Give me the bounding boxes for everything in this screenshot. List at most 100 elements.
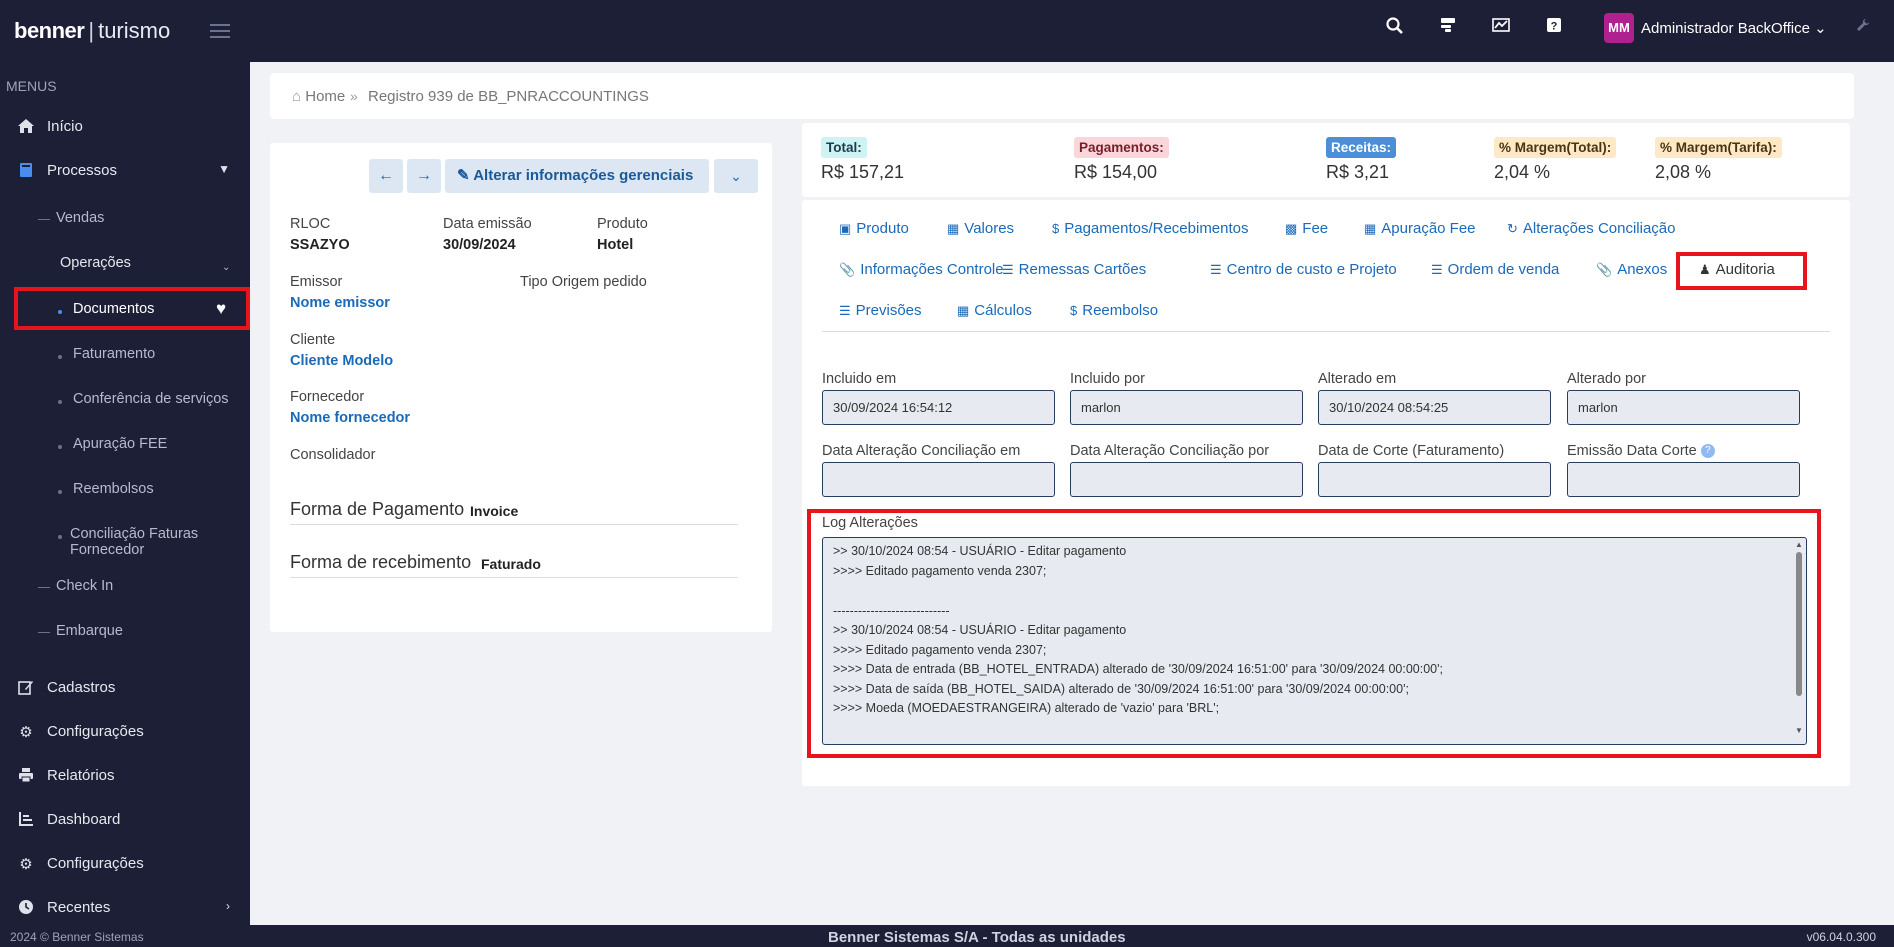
gears-icon: ⚙ [19,856,33,873]
next-button[interactable]: → [407,159,441,193]
margem-tarifa-value: 2,08 % [1655,162,1712,182]
pagamentos-badge: Pagamentos: [1074,137,1169,158]
log-textarea[interactable]: >> 30/10/2024 08:54 - USUÁRIO - Editar p… [822,537,1807,745]
book-icon [16,162,36,182]
tab-alteracoes-conciliacao[interactable]: ↻ Alterações Conciliação [1507,220,1675,237]
emissao-data-corte-field[interactable] [1567,462,1800,497]
tab-ordem-venda[interactable]: ☰ Ordem de venda [1431,261,1559,278]
sidebar-item-embarque[interactable]: Embarque [56,623,123,639]
tab-remessas-cartoes[interactable]: ☰ Remessas Cartões [1002,261,1146,278]
bar-chart-icon [16,811,36,831]
top-bar: benner | turismo ? MM Administrador BackOf… [0,0,1894,62]
chart-icon[interactable] [1490,17,1512,39]
paperclip-icon: 📎 [1596,262,1613,277]
tab-fee[interactable]: ▩ Fee [1285,220,1328,237]
alterado-por-field[interactable]: marlon [1567,390,1800,425]
printer-icon [16,767,36,787]
sidebar-item-faturamento[interactable]: Faturamento [73,346,155,362]
log-line: >> 30/10/2024 08:54 - USUÁRIO - Editar p… [833,544,1127,558]
scroll-down-icon[interactable]: ▼ [1794,726,1804,735]
data-corte-field[interactable] [1318,462,1551,497]
more-options-button[interactable]: ⌄ [714,159,758,193]
user-name: Administrador BackOffice [1641,20,1810,37]
incluido-em-field[interactable]: 30/09/2024 16:54:12 [822,390,1055,425]
cliente-link[interactable]: Cliente Modelo [290,353,393,369]
alterado-em-field[interactable]: 30/10/2024 08:54:25 [1318,390,1551,425]
log-line: >>>> Editado pagamento venda 2307; [833,643,1047,657]
help-icon[interactable]: ? [1543,17,1565,39]
emissor-link[interactable]: Nome emissor [290,295,390,311]
tab-valores[interactable]: ▦ Valores [947,220,1014,237]
search-icon[interactable] [1384,17,1406,39]
margem-tarifa-badge: % Margem(Tarifa): [1655,137,1782,158]
tab-reembolso[interactable]: $ Reembolso [1070,302,1158,319]
sidebar-item-conferencia[interactable]: Conferência de serviços [73,391,229,407]
tab-informacoes-controle[interactable]: 📎 Informações Controle [839,261,1004,278]
alterado-em-label: Alterado em [1318,371,1397,387]
breadcrumb-separator-icon: » [350,88,358,104]
incluido-em-label: Incluido em [822,371,897,387]
tab-previsoes[interactable]: ☰ Previsões [839,302,922,319]
highlight-documentos [14,287,250,330]
help-icon[interactable]: ? [1700,444,1715,459]
log-line: >>>> Moeda (MOEDAESTRANGEIRA) alterado d… [833,701,1220,715]
tab-centro-custo[interactable]: ☰ Centro de custo e Projeto [1210,261,1397,278]
incluido-por-field[interactable]: marlon [1070,390,1303,425]
tab-calculos[interactable]: ▦ Cálculos [957,302,1032,319]
server-icon[interactable] [1437,17,1459,39]
home-icon [16,118,36,138]
breadcrumb-home[interactable]: ⌂ Home [292,88,345,105]
wrench-icon[interactable] [1856,18,1870,37]
emissao-data-corte-label: Emissão Data Corte? [1567,443,1715,459]
double-chevron-down-icon: ⌄ [730,168,742,184]
list-icon: ☰ [1431,262,1443,277]
emissor-label: Emissor [290,274,343,290]
produto-label: Produto [597,216,648,232]
forma-recebimento-label: Forma de recebimento [290,552,472,572]
sidebar-item-checkin[interactable]: Check In [56,578,113,594]
list-icon: ☰ [1210,262,1222,277]
tab-apuracao-fee[interactable]: ▦ Apuração Fee [1364,220,1476,237]
log-line: >> 30/10/2024 08:54 - USUÁRIO - Editar p… [833,623,1127,637]
sidebar-item-vendas[interactable]: Vendas [56,210,104,226]
tab-produto[interactable]: ▣ Produto [839,220,909,237]
gears-icon: ⚙ [19,724,33,741]
footer-company: Benner Sistemas S/A - Todas as unidades [828,929,1126,946]
total-value: R$ 157,21 [821,162,905,182]
avatar[interactable]: MM [1604,13,1634,43]
sidebar-item-operacoes[interactable]: Operações [60,255,131,271]
sidebar-item-conciliacao[interactable]: Conciliação Faturas Fornecedor [70,526,198,558]
highlight-auditoria [1676,252,1807,290]
scroll-thumb[interactable] [1796,552,1802,696]
list-icon: ☰ [1002,262,1014,277]
sidebar-item-reembolsos[interactable]: Reembolsos [73,481,154,497]
heart-icon[interactable]: ♥ [216,299,226,319]
data-corte-label: Data de Corte (Faturamento) [1318,443,1505,459]
briefcase-icon: ▩ [1285,221,1298,236]
edit-icon [16,679,36,699]
alter-info-button[interactable]: ✎ Alterar informações gerenciais [445,159,709,193]
incluido-por-label: Incluido por [1070,371,1145,387]
chevron-right-icon: › [226,899,230,913]
tab-pagamentos[interactable]: $ Pagamentos/Recebimentos [1052,220,1249,237]
scroll-up-icon[interactable]: ▲ [1794,540,1804,549]
log-scrollbar[interactable]: ▲ ▼ [1794,540,1804,740]
sidebar-item-apuracao[interactable]: Apuração FEE [73,436,167,452]
sidebar: MENUS Início Processos ▼ Vendas Operaçõe… [0,62,250,947]
user-menu[interactable]: Administrador BackOffice ⌄ [1641,19,1827,37]
money-icon: ▦ [947,221,960,236]
previous-button[interactable]: ← [369,159,403,193]
logo[interactable]: benner | turismo [14,18,170,44]
edit-icon: ✎ [457,167,470,184]
arrow-left-icon: ← [378,167,394,184]
data-alt-conc-por-field[interactable] [1070,462,1303,497]
forma-pagamento-label: Forma de Pagamento [290,499,465,519]
data-alt-conc-em-field[interactable] [822,462,1055,497]
fornecedor-link[interactable]: Nome fornecedor [290,410,410,426]
totals-bar: Total: R$ 157,21 Pagamentos: R$ 154,00 R… [802,123,1850,197]
log-line: >>>> Data de entrada (BB_HOTEL_ENTRADA) … [833,662,1443,676]
chevron-down-icon: ▼ [218,162,230,176]
cube-icon: ▣ [839,221,852,236]
tab-anexos[interactable]: 📎 Anexos [1596,261,1667,278]
menu-toggle-icon[interactable] [210,24,230,38]
